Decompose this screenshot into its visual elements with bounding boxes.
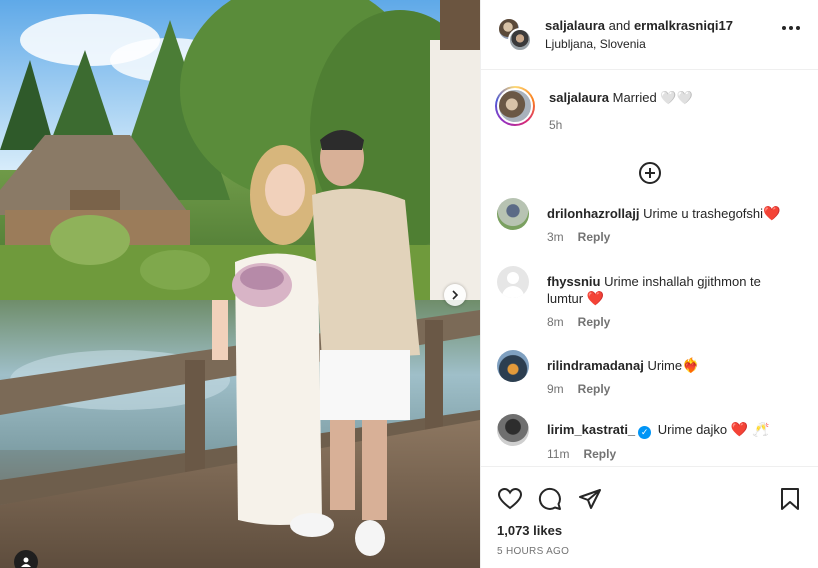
comment-username-link[interactable]: drilonhazrollajj [547,206,639,221]
comment-timestamp[interactable]: 11m [547,447,569,461]
share-button[interactable] [577,486,603,512]
comment-timestamp[interactable]: 3m [547,230,564,244]
reply-button[interactable]: Reply [578,315,611,329]
comment-emoji: ❤️ 🥂 [730,421,770,437]
avatar[interactable] [497,266,529,298]
post-caption: saljalaura Married 🤍🤍 5h [481,70,818,158]
comments-list[interactable]: drilonhazrollajj Urime u trashegofshi ❤️ … [481,198,818,462]
comment-username-link[interactable]: lirim_kastrati_ [547,422,635,437]
post-actions: 1,073 likes 5 HOURS AGO [481,466,818,568]
comment-item: rilindramadanaj Urime❤️‍🔥 9m Reply [481,350,818,414]
heart-icon [498,488,522,510]
reply-button[interactable]: Reply [578,230,611,244]
verified-badge-icon: ✓ [638,426,652,439]
post-photo[interactable] [0,0,480,568]
post-side-panel: saljalaura and ermalkrasniqi17 Ljubljana… [480,0,818,568]
post-modal: saljalaura and ermalkrasniqi17 Ljubljana… [0,0,818,568]
comment-username-link[interactable]: fhyssniu [547,274,600,289]
share-icon [579,489,601,509]
comment-button[interactable] [537,486,563,512]
user-tag-icon [21,557,31,567]
avatar[interactable] [497,350,529,382]
comment-text: Urime [647,358,683,373]
collab-avatars[interactable] [497,16,533,53]
more-options-button[interactable] [782,26,800,30]
caption-username-link[interactable]: saljalaura [549,90,609,105]
avatar[interactable] [497,414,529,446]
comment-icon [538,487,561,510]
comment-text: Urime u trashegofshi [643,206,764,221]
save-button[interactable] [777,486,803,512]
comment-timestamp[interactable]: 9m [547,382,564,396]
post-timestamp[interactable]: 5 HOURS AGO [481,538,818,557]
author-username-link[interactable]: saljalaura [545,18,605,33]
post-header: saljalaura and ermalkrasniqi17 Ljubljana… [481,0,818,70]
bookmark-icon [781,488,799,510]
collab-conjunction: and [608,18,631,33]
comment-emoji: ❤️ [763,205,781,221]
author-avatar[interactable] [495,86,535,126]
comment-emoji: ❤️ [586,290,605,306]
more-icon [782,26,786,30]
chevron-right-icon [452,290,459,300]
location-link[interactable]: Ljubljana, Slovenia [545,37,733,51]
coauthor-username-link[interactable]: ermalkrasniqi17 [634,18,733,33]
collab-names: saljalaura and ermalkrasniqi17 [545,18,733,33]
reply-button[interactable]: Reply [583,447,616,461]
caption-timestamp[interactable]: 5h [549,118,693,132]
comment-timestamp[interactable]: 8m [547,315,564,329]
avatar [508,27,532,52]
comment-item: lirim_kastrati_ ✓ Urime dajko ❤️ 🥂 11m Re… [481,414,818,462]
plus-circle-icon [638,162,661,184]
caption-text: Married 🤍🤍 [612,90,693,105]
comment-emoji: ❤️‍🔥 [682,357,700,373]
like-button[interactable] [497,486,523,512]
comment-text: Urime dajko [657,422,728,437]
comment-item: drilonhazrollajj Urime u trashegofshi❤️ … [481,198,818,260]
tagged-users-button[interactable] [14,550,38,568]
likes-count-link[interactable]: 1,073 likes [481,517,818,538]
photo-illustration [0,0,480,568]
comment-item: fhyssniu Urime inshallah gjithmon te lum… [481,266,818,350]
load-more-comments-button[interactable] [481,158,818,188]
header-text: saljalaura and ermalkrasniqi17 Ljubljana… [545,18,733,51]
comment-username-link[interactable]: rilindramadanaj [547,358,644,373]
next-photo-button[interactable] [444,284,466,306]
reply-button[interactable]: Reply [578,382,611,396]
avatar[interactable] [497,198,529,230]
